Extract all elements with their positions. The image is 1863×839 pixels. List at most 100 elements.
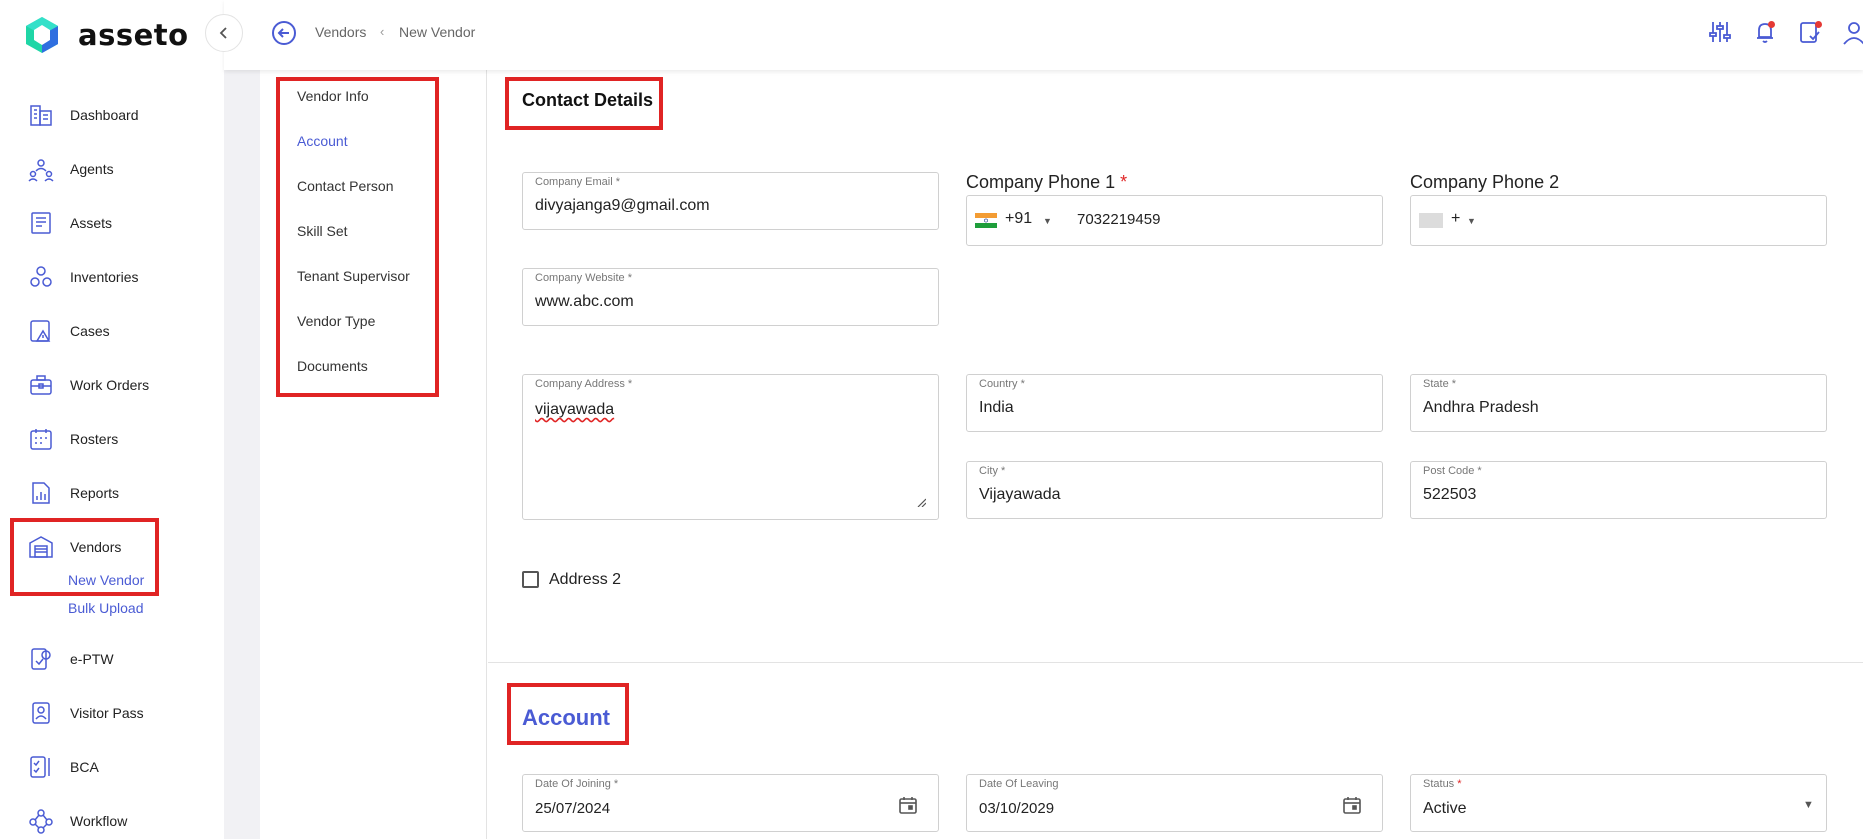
city-label: City * [979, 465, 1006, 477]
sidebar-item-visitor-pass[interactable]: Visitor Pass [28, 698, 144, 728]
collapse-sidebar-button[interactable] [205, 14, 243, 52]
dashboard-building-icon [30, 105, 52, 126]
company-website-value: www.abc.com [535, 293, 634, 310]
alarm-bell-icon[interactable] [1751, 18, 1779, 46]
state-field[interactable]: State * Andhra Pradesh [1410, 374, 1827, 432]
sidebar-item-rosters[interactable]: Rosters [28, 424, 118, 454]
status-value: Active [1423, 800, 1467, 817]
company-email-label: Company Email * [535, 176, 620, 188]
sidebar-item-bca[interactable]: BCA [28, 752, 99, 782]
section-divider [488, 662, 1863, 663]
india-flag-icon[interactable] [975, 213, 997, 228]
address2-label[interactable]: Address 2 [549, 571, 621, 589]
breadcrumb-separator-icon: ‹ [380, 24, 385, 39]
company-phone1-field[interactable]: +91 ▼ 7032219459 [966, 195, 1383, 246]
date-of-joining-value: 25/07/2024 [535, 800, 611, 817]
phone1-country-code[interactable]: +91 [1005, 210, 1032, 228]
sidebar-item-cases[interactable]: Cases [28, 316, 110, 346]
sidebar-item-assets[interactable]: Assets [28, 208, 112, 238]
back-arrow-icon[interactable] [271, 20, 297, 46]
sidebar-item-label: Inventories [70, 269, 139, 285]
calendar-icon[interactable] [898, 795, 918, 815]
status-label-text: Status [1423, 778, 1455, 790]
company-phone2-label: Company Phone 2 [1410, 172, 1560, 192]
country-value: India [979, 399, 1014, 416]
company-website-field[interactable]: Company Website * www.abc.com [522, 268, 939, 326]
company-phone2-field[interactable]: + ▼ [1410, 195, 1827, 246]
sidebar-item-label: Reports [70, 485, 120, 501]
phone2-country-code[interactable]: + [1451, 210, 1460, 228]
sidebar-item-label: Workflow [70, 813, 128, 829]
date-of-leaving-field[interactable]: Date Of Leaving 03/10/2029 [966, 774, 1383, 832]
state-label: State * [1423, 378, 1457, 390]
user-profile-icon[interactable] [1840, 18, 1863, 46]
top-bar: Vendors ‹ New Vendor [224, 0, 1863, 70]
app-name: asseto [78, 18, 189, 52]
sidebar-subitem-new-vendor[interactable]: New Vendor [68, 572, 144, 588]
sidebar-item-label: BCA [70, 759, 99, 775]
sidebar-item-eptw[interactable]: e-PTW [28, 644, 114, 674]
sidebar-item-inventories[interactable]: Inventories [28, 262, 138, 292]
sidebar-item-label: Cases [70, 323, 110, 339]
sidebar-item-vendors[interactable]: Vendors [28, 532, 121, 562]
sidebar-subitem-bulk-upload[interactable]: Bulk Upload [68, 600, 144, 616]
section-nav-vendor-type[interactable]: Vendor Type [297, 313, 375, 329]
sidebar-item-work-orders[interactable]: Work Orders [28, 370, 149, 400]
task-notification-dot [1815, 21, 1822, 28]
sidebar-item-workflow[interactable]: Workflow [28, 806, 127, 836]
sidebar-item-label: Dashboard [70, 107, 139, 123]
section-nav-documents[interactable]: Documents [297, 358, 368, 374]
visitor-pass-icon [32, 702, 50, 724]
app-logo[interactable]: asseto [22, 15, 189, 55]
account-title: Account [522, 705, 610, 730]
section-nav-account[interactable]: Account [297, 133, 348, 149]
breadcrumb-parent[interactable]: Vendors [315, 24, 366, 40]
notification-dot [1768, 21, 1775, 28]
date-of-joining-label: Date Of Joining * [535, 778, 619, 790]
bca-icon [30, 756, 50, 778]
company-address-value: vijayawada [535, 401, 615, 418]
eptw-icon [31, 648, 51, 670]
sidebar-item-agents[interactable]: Agents [28, 154, 114, 184]
city-value: Vijayawada [979, 486, 1061, 503]
sidebar-item-dashboard[interactable]: Dashboard [28, 100, 139, 130]
cases-icon [30, 320, 51, 342]
city-field[interactable]: City * Vijayawada [966, 461, 1383, 519]
date-of-leaving-value: 03/10/2029 [979, 800, 1055, 817]
phone2-dropdown-caret-icon[interactable]: ▼ [1467, 216, 1476, 226]
section-nav-skill-set[interactable]: Skill Set [297, 223, 348, 239]
blank-flag-icon[interactable] [1419, 213, 1443, 228]
asseto-logo-icon [26, 17, 58, 53]
section-nav-vendor-info[interactable]: Vendor Info [297, 88, 369, 104]
country-field[interactable]: Country * India [966, 374, 1383, 432]
content-gutter [224, 70, 260, 839]
company-phone1-label: Company Phone 1 * [966, 172, 1127, 193]
company-website-label: Company Website * [535, 272, 633, 284]
rosters-calendar-icon [30, 429, 52, 450]
section-nav-contact-person[interactable]: Contact Person [297, 178, 394, 194]
work-orders-icon [30, 375, 52, 395]
filter-sliders-icon[interactable] [1706, 18, 1734, 46]
workflow-icon [29, 809, 53, 834]
sidebar-item-reports[interactable]: Reports [28, 478, 119, 508]
company-email-field[interactable]: Company Email * divyajanga9@gmail.com [522, 172, 939, 230]
inventories-icon [30, 266, 52, 287]
company-address-textarea[interactable]: Company Address * vijayawada [522, 374, 939, 520]
post-code-label: Post Code * [1423, 465, 1482, 477]
date-of-joining-field[interactable]: Date Of Joining * 25/07/2024 [522, 774, 939, 832]
address2-checkbox[interactable] [522, 571, 539, 588]
post-code-field[interactable]: Post Code * 522503 [1410, 461, 1827, 519]
status-select[interactable]: Status * Active ▼ [1410, 774, 1827, 832]
status-dropdown-caret-icon[interactable]: ▼ [1803, 799, 1814, 811]
phone1-number: 7032219459 [1077, 211, 1161, 228]
agents-icon [28, 159, 54, 182]
required-asterisk: * [1120, 172, 1128, 192]
post-code-value: 522503 [1423, 486, 1477, 503]
section-nav-tenant-supervisor[interactable]: Tenant Supervisor [297, 268, 410, 284]
breadcrumb-current: New Vendor [399, 24, 476, 40]
calendar-icon[interactable] [1342, 795, 1362, 815]
phone1-dropdown-caret-icon[interactable]: ▼ [1043, 216, 1052, 226]
section-nav: Vendor Info Account Contact Person Skill… [260, 70, 487, 839]
resize-handle-icon[interactable] [917, 498, 926, 507]
sidebar-item-label: Agents [70, 161, 114, 177]
